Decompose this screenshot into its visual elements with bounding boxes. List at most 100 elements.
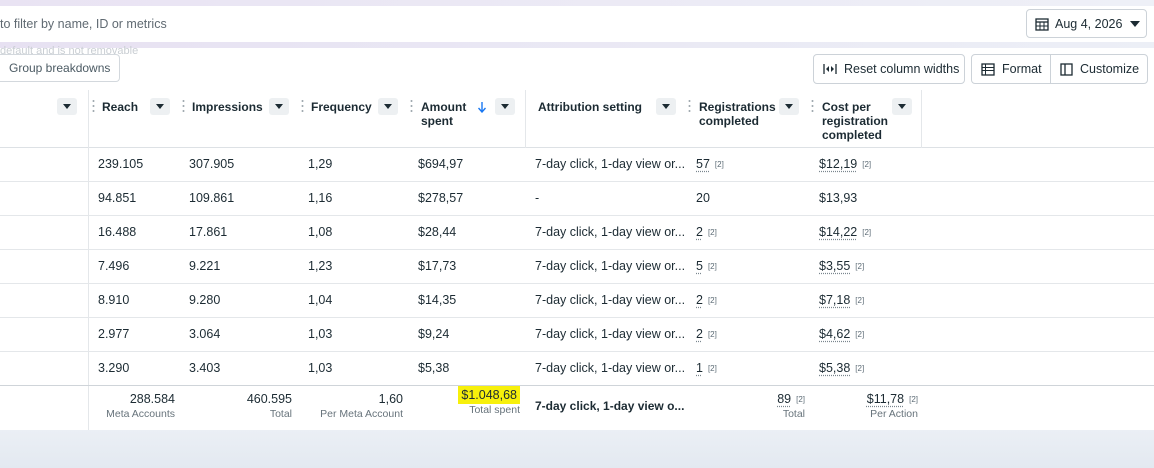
- cell-reach: 3.290: [98, 361, 130, 375]
- cell-frequency: 1,03: [308, 361, 333, 375]
- cell-cost-per-registration[interactable]: $4,62 [2]: [819, 318, 864, 351]
- cell-attribution-setting: 7-day click, 1-day view or...: [535, 157, 686, 171]
- caret-down-icon: [63, 104, 71, 109]
- cell-cost-per-registration[interactable]: $14,22 [2]: [819, 216, 871, 249]
- cell-registrations-completed[interactable]: 2 [2]: [696, 284, 717, 317]
- cell-reach: 2.977: [98, 327, 130, 341]
- table-row[interactable]: 3.290 3.403 1,03 $5,38 7-day click, 1-day vi…: [0, 352, 1154, 386]
- table-format-icon: [981, 62, 995, 76]
- total-reach: 288.584 Meta Accounts: [106, 392, 175, 420]
- drag-handle-icon[interactable]: [92, 99, 95, 113]
- totals-row: 288.584 Meta Accounts 460.595 Total 1,60…: [0, 385, 1154, 431]
- cell-attribution-setting: -: [535, 191, 540, 205]
- column-menu-button[interactable]: [656, 98, 676, 115]
- cell-attribution-setting: 7-day click, 1-day view or...: [535, 293, 686, 307]
- column-menu-button[interactable]: [150, 98, 170, 115]
- header-attribution-setting[interactable]: Attribution setting: [538, 90, 668, 148]
- cell-amount-spent: $28,44: [418, 225, 457, 239]
- cell-amount-spent: $278,57: [418, 191, 464, 205]
- header-cost-line1: Cost per: [822, 100, 871, 114]
- cell-registrations-completed[interactable]: 1 [2]: [696, 352, 717, 385]
- cell-cost-per-registration[interactable]: $7,18 [2]: [819, 284, 864, 317]
- column-separator: [525, 90, 526, 148]
- cell-registrations-completed[interactable]: 2 [2]: [696, 318, 717, 351]
- cell-impressions: 307.905: [189, 157, 235, 171]
- table-row[interactable]: 239.105 307.905 1,29 $694,97 7-day click, 1-…: [0, 148, 1154, 182]
- header-registrations-line1: Registrations: [699, 100, 776, 114]
- column-separator: [88, 386, 89, 431]
- header-amount-spent-line2: spent: [421, 114, 454, 128]
- total-impressions: 460.595 Total: [246, 392, 292, 420]
- cell-frequency: 1,03: [308, 327, 333, 341]
- cell-frequency: 1,04: [308, 293, 333, 307]
- cell-attribution-setting: 7-day click, 1-day view or...: [535, 225, 686, 239]
- cell-attribution-setting: 7-day click, 1-day view or...: [535, 327, 686, 341]
- cell-cost-per-registration[interactable]: $3,55 [2]: [819, 250, 864, 283]
- cell-reach: 7.496: [98, 259, 130, 273]
- data-table: Reach Impressions Frequency Amount spent …: [0, 90, 1154, 431]
- drag-handle-icon[interactable]: [410, 99, 413, 113]
- header-amount-spent[interactable]: Amount spent: [421, 90, 481, 148]
- caret-down-icon: [501, 104, 509, 109]
- column-menu-button[interactable]: [495, 98, 515, 115]
- sort-descending-icon[interactable]: [478, 102, 486, 113]
- table-row[interactable]: 7.496 9.221 1,23 $17,73 7-day click, 1-day v…: [0, 250, 1154, 284]
- filter-input[interactable]: [0, 6, 1000, 42]
- table-row[interactable]: 8.910 9.280 1,04 $14,35 7-day click, 1-day v…: [0, 284, 1154, 318]
- column-menu-button[interactable]: [57, 98, 77, 115]
- drag-handle-icon[interactable]: [301, 99, 304, 113]
- table-row[interactable]: 2.977 3.064 1,03 $9,24 7-day click, 1-day vi…: [0, 318, 1154, 352]
- cell-impressions: 17.861: [189, 225, 228, 239]
- calendar-icon: [1035, 17, 1049, 31]
- cell-reach: 239.105: [98, 157, 144, 171]
- customize-label: Customize: [1080, 62, 1140, 76]
- total-cost-per-registration: $11,78 [2] Per Action: [866, 392, 918, 420]
- group-breakdowns-button[interactable]: Group breakdowns: [0, 54, 120, 82]
- cell-amount-spent: $14,35: [418, 293, 457, 307]
- total-frequency: 1,60 Per Meta Account: [320, 392, 403, 420]
- header-cost-per-registration[interactable]: Cost per registration completed: [822, 90, 902, 148]
- customize-button[interactable]: Customize: [1050, 54, 1148, 84]
- cell-amount-spent: $17,73: [418, 259, 457, 273]
- cell-frequency: 1,23: [308, 259, 333, 273]
- cell-amount-spent: $9,24: [418, 327, 450, 341]
- header-registrations-completed[interactable]: Registrations completed: [699, 90, 789, 148]
- reset-column-widths-button[interactable]: Reset column widths: [813, 54, 965, 84]
- cell-cost-per-registration[interactable]: $12,19 [2]: [819, 148, 871, 181]
- header-amount-spent-line1: Amount: [421, 100, 467, 114]
- drag-handle-icon[interactable]: [182, 99, 185, 113]
- cell-attribution-setting: 7-day click, 1-day view or...: [535, 361, 686, 375]
- cell-registrations-completed[interactable]: 2 [2]: [696, 216, 717, 249]
- header-cost-line2: registration: [822, 114, 889, 128]
- caret-down-icon: [275, 104, 283, 109]
- header-cost-line3: completed: [822, 128, 883, 142]
- table-row[interactable]: 16.488 17.861 1,08 $28,44 7-day click, 1-day…: [0, 216, 1154, 250]
- cell-registrations-completed[interactable]: 57 [2]: [696, 148, 724, 181]
- cell-impressions: 9.221: [189, 259, 221, 273]
- caret-down-icon: [662, 104, 670, 109]
- table-header: Reach Impressions Frequency Amount spent …: [0, 90, 1154, 148]
- cell-cost-per-registration[interactable]: $5,38 [2]: [819, 352, 864, 385]
- date-range-button[interactable]: Aug 4, 2026: [1026, 9, 1147, 38]
- column-menu-button[interactable]: [779, 98, 799, 115]
- cell-attribution-setting: 7-day click, 1-day view or...: [535, 259, 686, 273]
- table-row[interactable]: 94.851 109.861 1,16 $278,57 - 20 $13,93: [0, 182, 1154, 216]
- column-menu-button[interactable]: [378, 98, 398, 115]
- cell-reach: 8.910: [98, 293, 130, 307]
- page-background: [0, 430, 1154, 468]
- column-menu-button[interactable]: [892, 98, 912, 115]
- column-separator: [921, 90, 922, 148]
- caret-down-icon: [898, 104, 906, 109]
- cell-amount-spent: $694,97: [418, 157, 464, 171]
- cell-frequency: 1,29: [308, 157, 333, 171]
- drag-handle-icon[interactable]: [811, 99, 814, 113]
- column-menu-button[interactable]: [269, 98, 289, 115]
- cell-reach: 16.488: [98, 225, 137, 239]
- drag-handle-icon[interactable]: [688, 99, 691, 113]
- caret-down-icon: [156, 104, 164, 109]
- format-label: Format: [1002, 62, 1042, 76]
- cell-registrations-completed[interactable]: 5 [2]: [696, 250, 717, 283]
- format-button[interactable]: Format: [971, 54, 1051, 84]
- caret-down-icon: [384, 104, 392, 109]
- caret-down-icon: [1130, 20, 1141, 27]
